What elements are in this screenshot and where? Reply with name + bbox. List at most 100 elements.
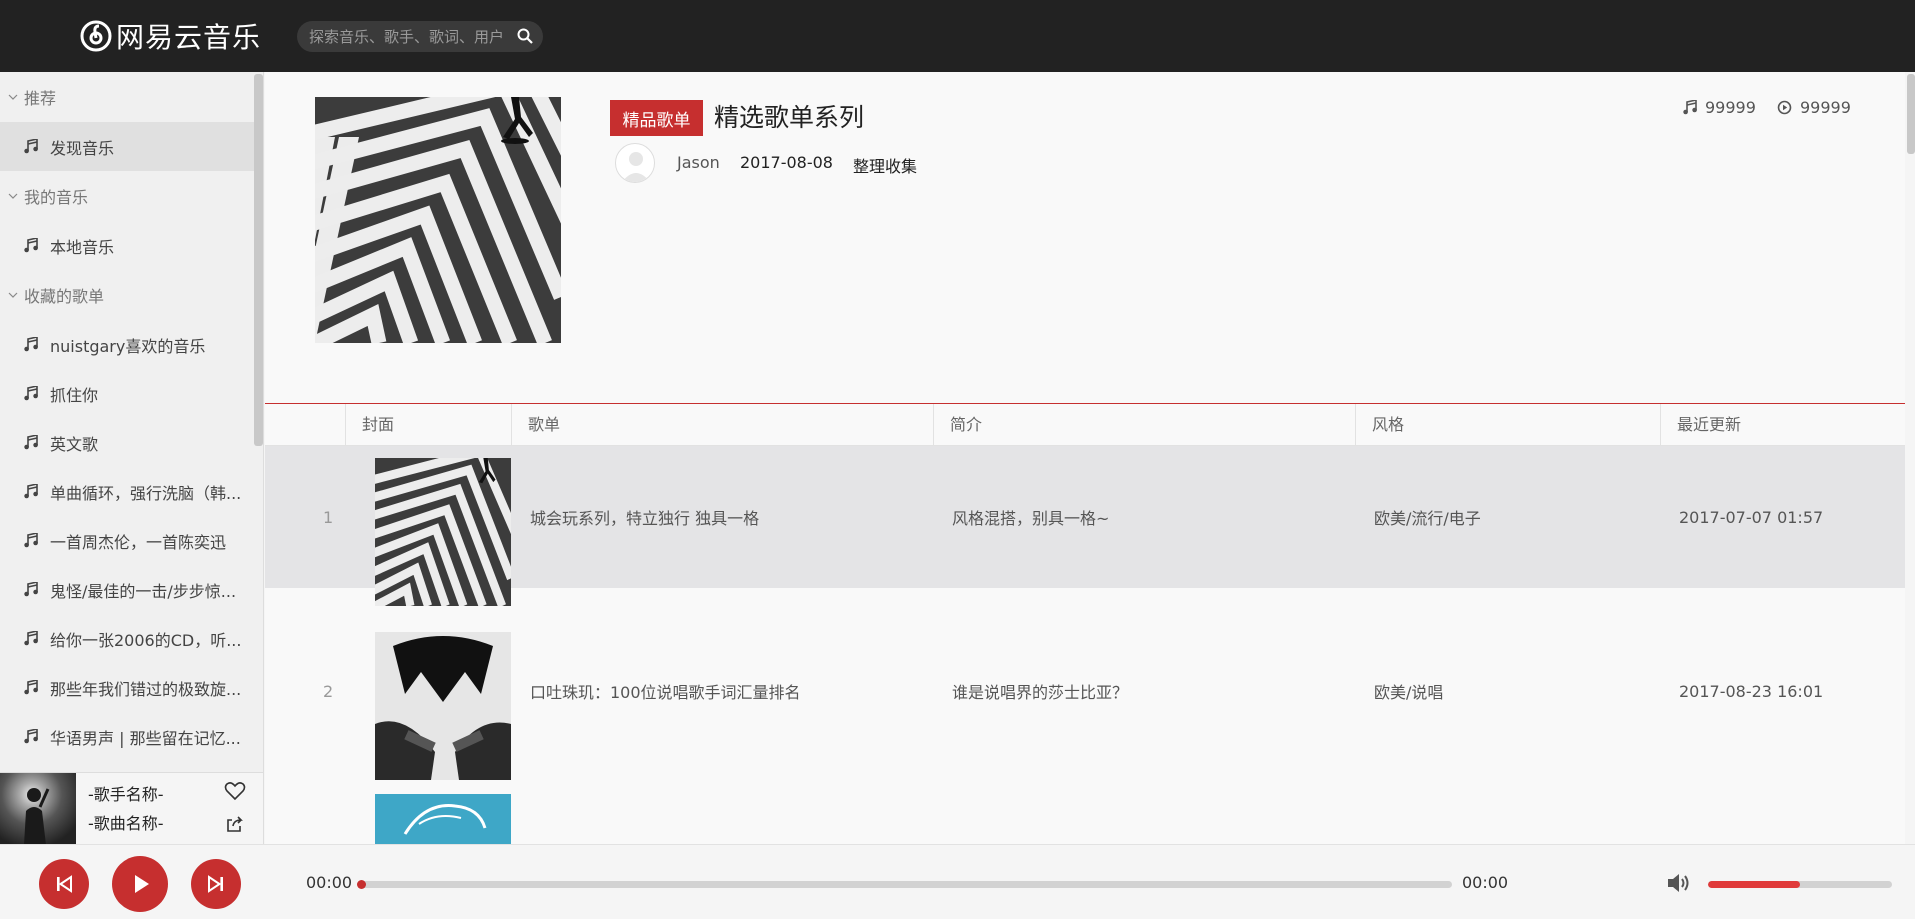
chevron-down-icon <box>8 193 18 199</box>
playlist-title: 精选歌单系列 <box>714 103 865 132</box>
sidebar-group-label: 推荐 <box>24 89 57 108</box>
sidebar-item-playlist[interactable]: 抓住你 <box>0 369 263 418</box>
sidebar: 推荐 发现音乐 我的音乐 本地音乐 收藏的歌单 nuistgary喜欢的音乐抓住… <box>0 72 264 772</box>
row-cover[interactable] <box>375 458 511 606</box>
heart-icon[interactable] <box>224 781 246 801</box>
music-note-icon <box>24 631 38 646</box>
next-track-icon <box>208 875 223 893</box>
next-button[interactable] <box>191 859 241 909</box>
progress-bar[interactable] <box>362 881 1452 888</box>
row-intro: 谁是说唱界的莎士比亚？ <box>952 683 1129 702</box>
blue-cover-image <box>375 794 511 844</box>
collect-label: 整理收集 <box>853 157 918 176</box>
sidebar-item-label: 单曲循环，强行洗脑（韩... <box>50 483 242 503</box>
sidebar-item-discover-music[interactable]: 发现音乐 <box>0 122 263 171</box>
music-note-icon <box>24 238 38 253</box>
now-playing-song[interactable]: -歌曲名称- <box>88 810 164 834</box>
music-note-icon <box>1683 100 1697 115</box>
column-header-updated[interactable]: 最近更新 <box>1660 404 1905 446</box>
current-time: 00:00 <box>306 873 353 892</box>
netease-logo-icon <box>80 20 112 52</box>
wu-tang-shirt-image <box>375 632 511 780</box>
column-header-intro[interactable]: 简介 <box>933 404 1355 446</box>
row-index: 1 <box>323 507 334 527</box>
sidebar-item-label: 鬼怪/最佳的一击/步步惊... <box>50 581 237 601</box>
sidebar-group-label: 我的音乐 <box>24 188 89 207</box>
search-box <box>297 21 543 52</box>
play-count-stat: 99999 <box>1777 98 1851 117</box>
main-scrollbar[interactable] <box>1907 74 1915 154</box>
play-icon <box>135 875 149 893</box>
music-note-icon <box>24 484 38 499</box>
row-playlist-name[interactable]: 城会玩系列，特立独行 独具一格 <box>530 446 759 588</box>
creator-name[interactable]: Jason <box>677 153 720 172</box>
song-count-stat: 99999 <box>1683 98 1756 117</box>
sidebar-item-label: 抓住你 <box>50 385 99 405</box>
sidebar-group-my-music[interactable]: 我的音乐 <box>0 171 263 221</box>
row-cover[interactable] <box>375 794 511 844</box>
row-style: 欧美/说唱 <box>1374 683 1444 702</box>
table-row[interactable]: 2 口吐珠玑：100位说唱歌手词汇量排名 谁是说唱界的莎士比亚？ 欧美/说唱 2… <box>265 620 1905 780</box>
share-icon[interactable] <box>226 815 244 833</box>
volume-icon[interactable] <box>1666 871 1692 895</box>
sidebar-item-playlist[interactable]: 给你一张2006的CD，听... <box>0 614 263 663</box>
chevron-down-icon <box>8 94 18 100</box>
singer-silhouette-image <box>24 788 50 845</box>
crosswalk-stripes-image <box>375 458 511 606</box>
sidebar-item-local-music[interactable]: 本地音乐 <box>0 221 263 270</box>
chevron-down-icon <box>8 292 18 298</box>
total-time: 00:00 <box>1462 873 1509 892</box>
player-bar: 00:00 00:00 <box>0 844 1915 919</box>
music-note-icon <box>24 582 38 597</box>
table-row[interactable]: 1 城会玩系列，特立独行 独具一格 风格混搭，别具一格~ 欧美/流行/电子 20… <box>265 446 1905 606</box>
sidebar-group-collected-playlists[interactable]: 收藏的歌单 <box>0 270 263 320</box>
app-logo[interactable]: 网易云音乐 <box>80 16 261 56</box>
sidebar-scrollbar[interactable] <box>254 74 263 446</box>
now-playing-artist[interactable]: -歌手名称- <box>88 781 164 805</box>
progress-knob[interactable] <box>357 880 366 889</box>
column-header-style[interactable]: 风格 <box>1355 404 1660 446</box>
app-brand-name: 网易云音乐 <box>116 21 262 54</box>
volume-level <box>1708 881 1800 888</box>
row-playlist-name[interactable]: 口吐珠玑：100位说唱歌手词汇量排名 <box>530 620 801 762</box>
playlist-cover[interactable] <box>315 97 561 343</box>
avatar[interactable] <box>615 143 655 183</box>
previous-track-icon <box>57 875 72 893</box>
column-header-name[interactable]: 歌单 <box>511 404 933 446</box>
play-count: 99999 <box>1800 98 1851 117</box>
now-playing-cover[interactable] <box>0 773 76 845</box>
sidebar-item-label: 英文歌 <box>50 434 99 454</box>
row-index: 2 <box>323 681 334 701</box>
previous-button[interactable] <box>39 859 89 909</box>
sidebar-item-label: 那些年我们错过的极致旋... <box>50 679 242 699</box>
sidebar-item-playlist[interactable]: 那些年我们错过的极致旋... <box>0 663 263 712</box>
sidebar-item-playlist[interactable]: 鬼怪/最佳的一击/步步惊... <box>0 565 263 614</box>
sidebar-item-playlist[interactable]: 单曲循环，强行洗脑（韩... <box>0 467 263 516</box>
sidebar-item-playlist[interactable]: nuistgary喜欢的音乐 <box>0 320 263 369</box>
music-note-icon <box>24 337 38 352</box>
music-note-icon <box>24 435 38 450</box>
search-input[interactable] <box>309 21 507 52</box>
volume-slider[interactable] <box>1708 881 1892 888</box>
music-note-icon <box>24 386 38 401</box>
sidebar-item-playlist[interactable]: 一首周杰伦，一首陈奕迅 <box>0 516 263 565</box>
row-intro: 风格混搭，别具一格~ <box>952 509 1110 528</box>
music-note-icon <box>24 139 38 154</box>
table-row[interactable] <box>265 794 1905 844</box>
sidebar-item-playlist[interactable]: 英文歌 <box>0 418 263 467</box>
music-note-icon <box>24 729 38 744</box>
sidebar-item-label: 一首周杰伦，一首陈奕迅 <box>50 532 227 552</box>
play-circle-icon <box>1777 100 1792 115</box>
sidebar-group-recommend[interactable]: 推荐 <box>0 72 263 122</box>
row-updated: 2017-08-23 16:01 <box>1679 681 1824 701</box>
sidebar-item-playlist[interactable]: 华语男声 | 那些留在记忆... <box>0 712 263 761</box>
row-cover[interactable] <box>375 632 511 780</box>
search-icon[interactable] <box>517 28 533 44</box>
premium-playlist-tag: 精品歌单 <box>610 100 703 136</box>
play-button[interactable] <box>112 856 168 912</box>
default-user-icon <box>622 152 650 182</box>
sidebar-group-label: 收藏的歌单 <box>24 287 105 306</box>
top-bar: 网易云音乐 <box>0 0 1915 72</box>
column-header-cover[interactable]: 封面 <box>345 404 511 446</box>
main-content: 精品歌单 精选歌单系列 Jason 2017-08-08 整理收集 99999 … <box>265 72 1905 844</box>
